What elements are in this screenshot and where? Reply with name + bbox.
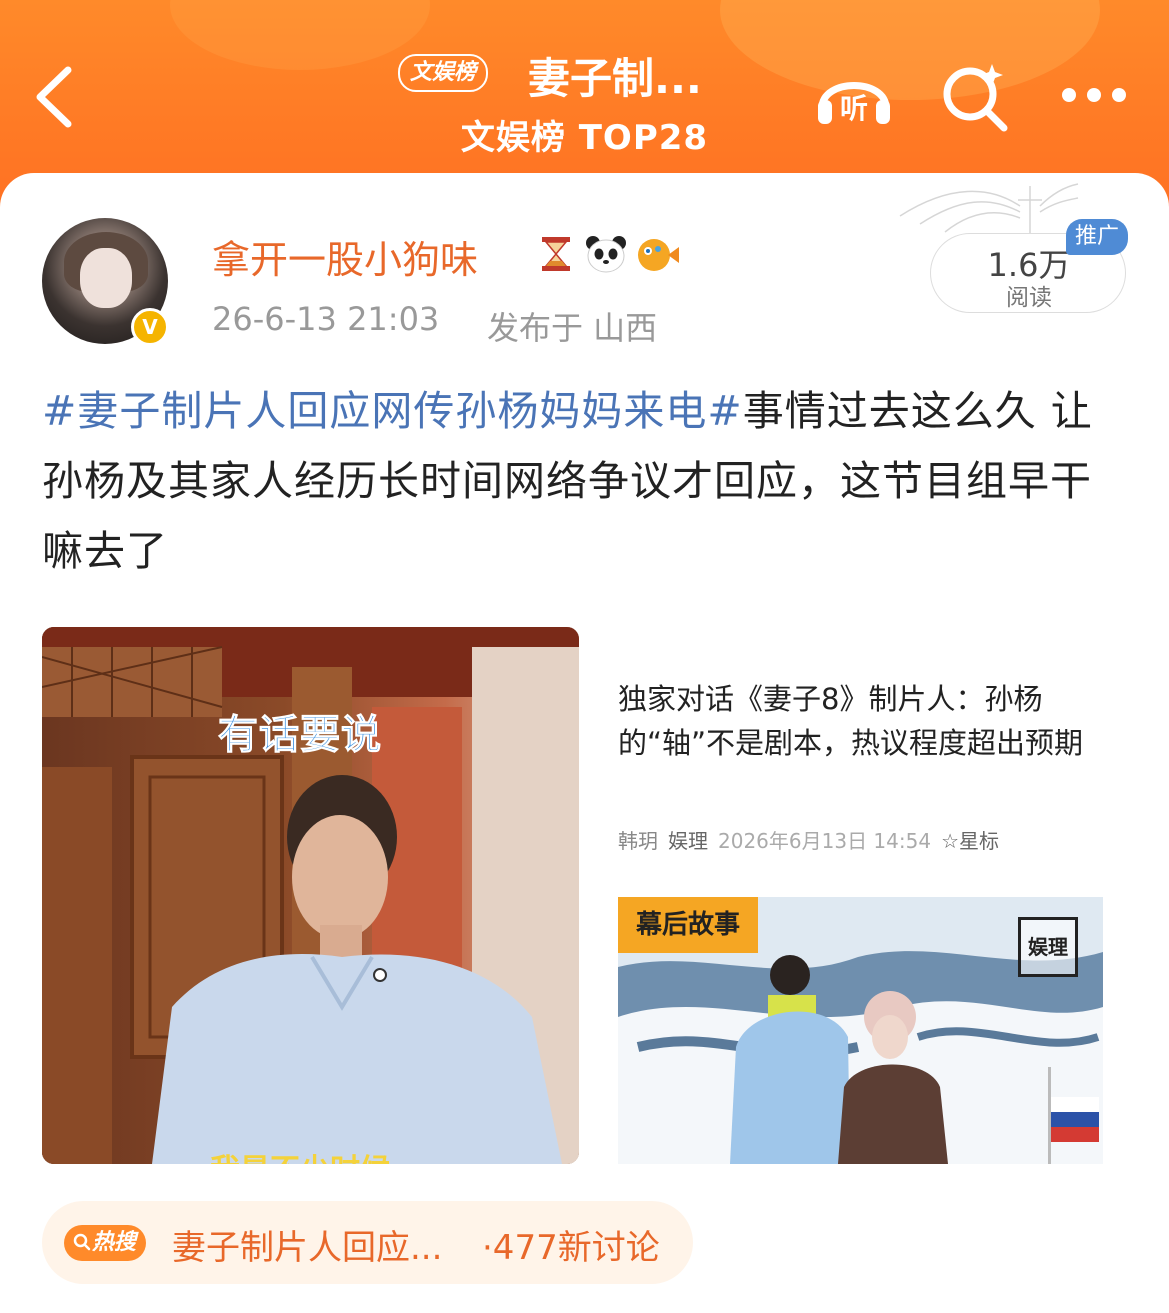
- header-decoration: [720, 0, 1100, 100]
- hot-search-topic: 妻子制片人回应...: [172, 1228, 443, 1268]
- header-decoration-2: [170, 0, 430, 70]
- page-title: 妻子制...: [528, 54, 702, 103]
- hot-search-link[interactable]: 热搜 妻子制片人回应... ·477新讨论: [42, 1201, 693, 1284]
- hashtag-link[interactable]: #妻子制片人回应网传孙杨妈妈来电#: [42, 387, 743, 435]
- article-source: 娱理: [668, 829, 708, 853]
- listen-label: 听: [840, 92, 868, 125]
- more-dots-icon: [1062, 88, 1126, 102]
- search-icon: [943, 64, 1008, 132]
- more-button[interactable]: [1060, 84, 1128, 110]
- listen-button[interactable]: 听: [812, 60, 896, 134]
- board-badge: 文娱榜: [398, 54, 489, 92]
- search-icon-small: [73, 1233, 91, 1251]
- article-title: 独家对话《妻子8》制片人：孙杨的“轴”不是剧本，热议程度超出预期: [618, 682, 1084, 760]
- username[interactable]: 拿开一股小狗味: [212, 229, 478, 284]
- post-image-1[interactable]: 有话要说 我是不少时候: [42, 627, 579, 1164]
- post-time: 26-6-13 21:03: [212, 300, 440, 338]
- hourglass-icon: [536, 234, 576, 278]
- article-meta: 韩玥 娱理 2026年6月13日 14:54 ☆星标: [618, 825, 999, 854]
- promo-tag: 推广: [1066, 219, 1128, 255]
- article-star: ☆星标: [941, 829, 1000, 853]
- photo-logo: 娱理: [1018, 917, 1078, 977]
- avatar-face: [80, 248, 132, 308]
- article-author: 韩玥: [618, 829, 658, 853]
- read-label: 阅读: [1006, 285, 1052, 311]
- search-button[interactable]: [940, 60, 1012, 136]
- article-photo: 幕后故事 娱理: [618, 897, 1103, 1164]
- hot-search-label: 热搜: [92, 1230, 137, 1255]
- post-location: 发布于 山西: [487, 309, 658, 347]
- video-caption: 有话要说: [218, 712, 382, 759]
- article-date: 2026年6月13日 14:54: [718, 829, 932, 853]
- post-body: #妻子制片人回应网传孙杨妈妈来电#事情过去这么久 让孙杨及其家人经历长时间网络争…: [42, 376, 1132, 586]
- verified-badge: V: [131, 308, 169, 346]
- panda-icon: [584, 234, 628, 278]
- hot-search-count: ·477新讨论: [482, 1228, 660, 1268]
- pufferfish-icon: [634, 234, 680, 278]
- post-image-2[interactable]: 独家对话《妻子8》制片人：孙杨的“轴”不是剧本，热议程度超出预期 韩玥 娱理 202…: [600, 627, 1127, 1164]
- photo-tag: 幕后故事: [618, 897, 759, 953]
- video-subtitle: 我是不少时候: [210, 1145, 390, 1164]
- hot-search-badge: 热搜: [64, 1225, 147, 1261]
- headphones-icon: 听: [818, 82, 890, 125]
